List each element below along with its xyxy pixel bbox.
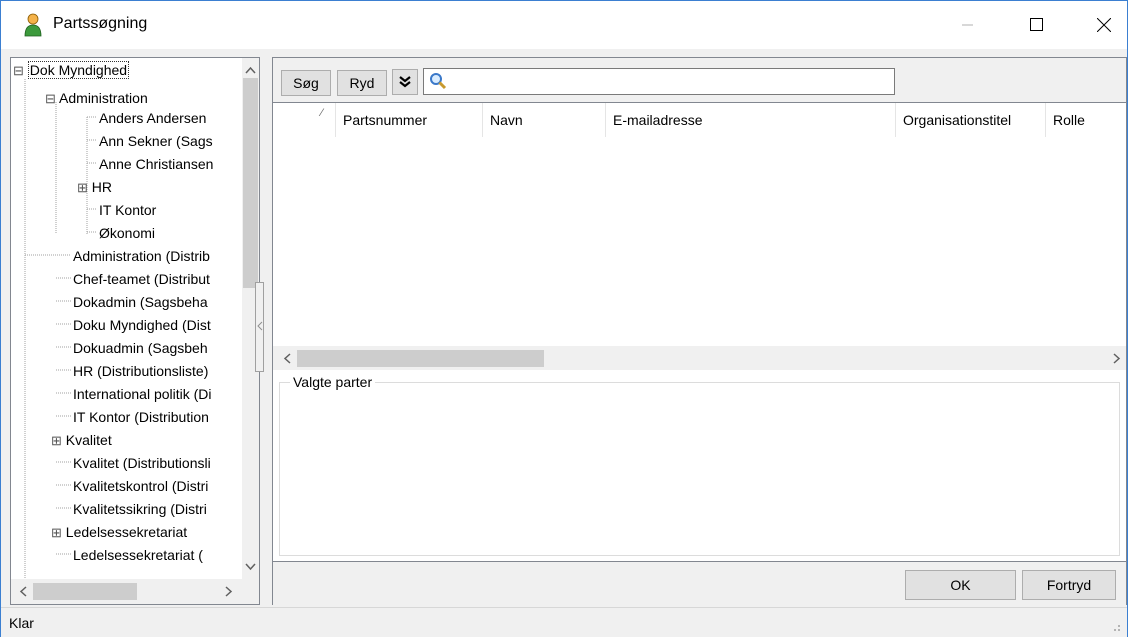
tree-item[interactable]: Chef-teamet (Distribut: [73, 268, 210, 291]
tree-item-dok-myndighed[interactable]: ⊟ Dok Myndighed: [13, 59, 130, 82]
tree-hscroll-thumb[interactable]: [33, 583, 137, 600]
tree-item[interactable]: Anders Andersen: [99, 107, 206, 130]
expand-icon[interactable]: ⊞: [51, 525, 62, 540]
minimize-button[interactable]: [945, 1, 991, 49]
button-bar: OK Fortryd: [273, 561, 1126, 605]
column-header-organisationstitel[interactable]: Organisationstitel: [895, 103, 1045, 137]
column-header-email[interactable]: E-mailadresse: [605, 103, 895, 137]
tree-item[interactable]: Ann Sekner (Sags: [99, 130, 213, 153]
scroll-left-icon[interactable]: [19, 586, 27, 597]
tree-vscroll-thumb[interactable]: [243, 78, 258, 288]
search-panel: Søg Ryd ⁄ Partsnummer Navn E-mailadresse…: [272, 57, 1127, 605]
expand-filters-button[interactable]: [392, 69, 418, 95]
grid-horizontal-scrollbar[interactable]: [273, 346, 1126, 371]
scroll-down-icon[interactable]: [245, 563, 256, 571]
clear-button[interactable]: Ryd: [337, 70, 387, 96]
search-toolbar: Søg Ryd: [273, 58, 1126, 102]
splitter-collapse-handle[interactable]: [255, 282, 264, 372]
grid-header: ⁄ Partsnummer Navn E-mailadresse Organis…: [273, 103, 1126, 137]
ok-button[interactable]: OK: [905, 570, 1016, 600]
organization-tree[interactable]: ⊟ Dok Myndighed ⊟ Administration Anders …: [11, 58, 243, 578]
double-chevron-down-icon: [399, 76, 411, 88]
collapse-icon[interactable]: ⊟: [45, 91, 56, 106]
resize-grip-icon[interactable]: [1111, 622, 1121, 632]
tree-item[interactable]: HR (Distributionsliste): [73, 360, 208, 383]
scroll-right-icon[interactable]: [225, 586, 233, 597]
scroll-up-icon[interactable]: [245, 66, 256, 74]
collapse-left-icon: [257, 321, 263, 331]
tree-item[interactable]: Dokuadmin (Sagsbeh: [73, 337, 208, 360]
magnifier-icon: [430, 73, 447, 90]
sort-indicator-icon: ⁄: [321, 107, 323, 119]
tree-item[interactable]: Kvalitet (Distributionsli: [73, 452, 211, 475]
tree-item-ledelsessekretariat[interactable]: ⊞ Ledelsessekretariat: [51, 521, 187, 544]
maximize-button[interactable]: [1014, 1, 1060, 49]
tree-item[interactable]: Administration (Distrib: [73, 245, 210, 268]
scroll-left-icon[interactable]: [283, 353, 291, 364]
person-icon: [24, 13, 42, 37]
tree-item[interactable]: Dokadmin (Sagsbeha: [73, 291, 208, 314]
selected-parties-group[interactable]: Valgte parter: [279, 374, 1120, 556]
tree-item[interactable]: Kvalitetssikring (Distri: [73, 498, 207, 521]
minimize-icon: [962, 24, 973, 26]
selected-parties-label: Valgte parter: [290, 374, 376, 390]
tree-item-kvalitet[interactable]: ⊞ Kvalitet: [51, 429, 112, 452]
tree-item[interactable]: Kvalitetskontrol (Distri: [73, 475, 208, 498]
tree-item[interactable]: International politik (Di: [73, 383, 212, 406]
expand-icon[interactable]: ⊞: [51, 433, 62, 448]
search-input[interactable]: [423, 68, 895, 95]
tree-item[interactable]: IT Kontor: [99, 199, 156, 222]
tree-item[interactable]: Anne Christiansen: [99, 153, 213, 176]
column-header-navn[interactable]: Navn: [482, 103, 605, 137]
collapse-icon[interactable]: ⊟: [13, 63, 24, 78]
expand-icon[interactable]: ⊞: [77, 180, 88, 195]
tree-item[interactable]: IT Kontor (Distribution: [73, 406, 209, 429]
tree-item[interactable]: Doku Myndighed (Dist: [73, 314, 211, 337]
tree-horizontal-scrollbar[interactable]: [11, 579, 259, 604]
window-title: Partssøgning: [53, 15, 148, 32]
status-text: Klar: [9, 615, 34, 631]
dialog-window: Partssøgning ⊟ Dok Myndighed ⊟ Administr…: [0, 0, 1128, 637]
scroll-right-icon[interactable]: [1113, 353, 1121, 364]
cancel-button[interactable]: Fortryd: [1022, 570, 1116, 600]
close-button[interactable]: [1081, 1, 1127, 49]
tree-item-hr[interactable]: ⊞ HR: [77, 176, 112, 199]
title-bar[interactable]: Partssøgning: [1, 1, 1127, 49]
column-header-rolle[interactable]: Rolle: [1045, 103, 1126, 137]
grid-hscroll-thumb[interactable]: [297, 350, 544, 367]
tree-panel[interactable]: ⊟ Dok Myndighed ⊟ Administration Anders …: [10, 57, 260, 605]
tree-item[interactable]: Økonomi: [99, 222, 155, 245]
panel-splitter[interactable]: [255, 57, 272, 605]
column-header-partsnummer[interactable]: Partsnummer: [335, 103, 482, 137]
close-icon: [1097, 18, 1111, 32]
maximize-icon: [1030, 18, 1043, 31]
results-grid[interactable]: ⁄ Partsnummer Navn E-mailadresse Organis…: [273, 102, 1126, 371]
tree-item[interactable]: Ledelsessekretariat (: [73, 544, 203, 567]
search-button[interactable]: Søg: [281, 70, 331, 96]
status-bar: Klar: [1, 607, 1127, 637]
